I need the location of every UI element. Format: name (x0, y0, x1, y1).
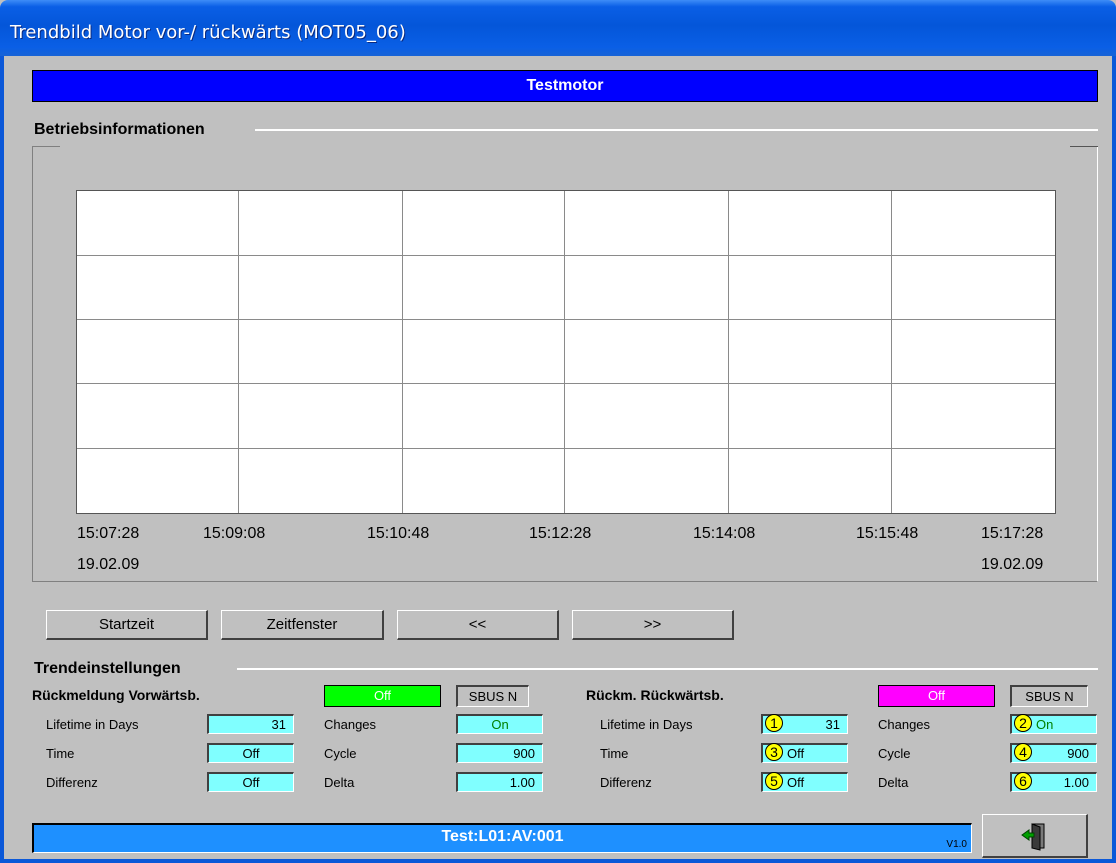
forward-bus-field: SBUS N (456, 685, 529, 707)
time-window-button[interactable]: Zeitfenster (221, 610, 384, 640)
marker-5-badge: 5 (765, 772, 783, 790)
grid-hline (77, 383, 1055, 384)
reverse-time-label: Time (600, 746, 629, 761)
motor-banner: Testmotor (32, 70, 1098, 102)
marker-6-badge: 6 (1014, 772, 1032, 790)
grid-vline (238, 191, 239, 513)
reverse-changes-label: Changes (878, 717, 931, 732)
forward-lifetime-field[interactable]: 31 (207, 714, 294, 734)
time-label: 15:14:08 (693, 525, 756, 542)
forward-diff-field[interactable]: Off (207, 772, 294, 792)
grid-vline (564, 191, 565, 513)
scroll-back-button[interactable]: << (397, 610, 559, 640)
tag-status-bar: Test:L01:AV:001 V1.0 (32, 823, 972, 853)
trend-settings-heading: Trendeinstellungen (34, 660, 181, 677)
group-corner-right (1070, 146, 1098, 147)
forward-lifetime-label: Lifetime in Days (46, 717, 139, 732)
operating-info-divider (255, 129, 1098, 131)
time-label: 15:12:28 (529, 525, 592, 542)
scroll-forward-button[interactable]: >> (572, 610, 734, 640)
operating-info-heading: Betriebsinformationen (34, 121, 205, 138)
reverse-lifetime-label: Lifetime in Days (600, 717, 693, 732)
window-title: Trendbild Motor vor-/ rückwärts (MOT05_0… (10, 22, 406, 43)
marker-1-badge: 1 (765, 714, 783, 732)
trend-chart[interactable] (76, 190, 1056, 514)
reverse-bus-field: SBUS N (1010, 685, 1088, 707)
grid-vline (728, 191, 729, 513)
forward-feedback-label: Rückmeldung Vorwärtsb. (32, 687, 200, 703)
time-label: 15:17:28 (981, 525, 1044, 542)
exit-door-icon (1021, 823, 1045, 851)
marker-3-badge: 3 (765, 743, 783, 761)
grid-vline (891, 191, 892, 513)
start-time-button[interactable]: Startzeit (46, 610, 208, 640)
forward-diff-label: Differenz (46, 775, 98, 790)
trend-settings-divider (237, 668, 1098, 670)
reverse-delta-label: Delta (878, 775, 909, 790)
window-titlebar[interactable]: Trendbild Motor vor-/ rückwärts (MOT05_0… (0, 0, 1116, 56)
marker-2-badge: 2 (1014, 714, 1032, 732)
forward-delta-label: Delta (324, 775, 355, 790)
group-corner-left (32, 146, 60, 147)
tag-name: Test:L01:AV:001 (441, 828, 564, 845)
forward-cycle-field[interactable]: 900 (456, 743, 543, 763)
time-label: 15:09:08 (203, 525, 266, 542)
grid-hline (77, 255, 1055, 256)
grid-vline (402, 191, 403, 513)
forward-time-field[interactable]: Off (207, 743, 294, 763)
grid-hline (77, 319, 1055, 320)
forward-changes-label: Changes (324, 717, 377, 732)
reverse-status-indicator: Off (878, 685, 995, 707)
time-label: 15:07:28 (77, 525, 140, 542)
forward-status-indicator: Off (324, 685, 441, 707)
marker-4-badge: 4 (1014, 743, 1032, 761)
forward-time-label: Time (46, 746, 75, 761)
reverse-feedback-label: Rückm. Rückwärtsb. (586, 687, 724, 703)
reverse-diff-label: Differenz (600, 775, 652, 790)
reverse-cycle-label: Cycle (878, 746, 911, 761)
version-label: V1.0 (946, 839, 967, 850)
grid-hline (77, 448, 1055, 449)
start-date: 19.02.09 (77, 556, 140, 573)
forward-delta-field[interactable]: 1.00 (456, 772, 543, 792)
forward-cycle-label: Cycle (324, 746, 357, 761)
forward-changes-field[interactable]: On (456, 714, 543, 734)
time-label: 15:10:48 (367, 525, 430, 542)
end-date: 19.02.09 (981, 556, 1044, 573)
exit-button[interactable] (982, 814, 1088, 858)
time-label: 15:15:48 (856, 525, 919, 542)
